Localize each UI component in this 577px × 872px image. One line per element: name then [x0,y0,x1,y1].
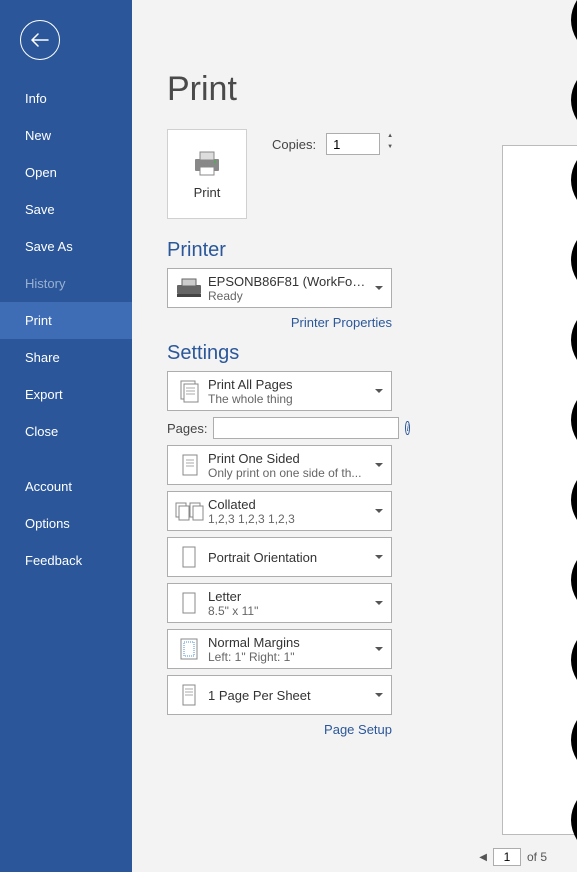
pages-per-sheet-dropdown[interactable]: 1 Page Per Sheet [167,675,392,715]
copies-input[interactable] [326,133,380,155]
pages-stack-icon [174,376,204,406]
page-per-sheet-icon [174,680,204,710]
page-setup-link[interactable]: Page Setup [324,722,392,737]
chevron-down-icon [375,693,383,697]
nav-open[interactable]: Open [0,154,132,191]
margins-dropdown[interactable]: Normal Margins Left: 1" Right: 1" [167,629,392,669]
collate-title: Collated [208,497,369,512]
printer-status: Ready [208,289,369,303]
current-page-input[interactable] [493,848,521,866]
printer-heading: Printer [167,239,226,262]
print-button-label: Print [194,185,221,200]
sided-sub: Only print on one side of th... [208,466,369,480]
copies-group: Copies: ▲ ▼ [272,133,396,155]
chevron-down-icon [375,286,383,290]
nav-account[interactable]: Account [0,468,132,505]
printer-name: EPSONB86F81 (WorkForce 8... [208,274,369,289]
torn-edge-decoration [565,0,577,872]
copies-up-button[interactable]: ▲ [384,133,396,144]
nav-save-as[interactable]: Save As [0,228,132,265]
chevron-down-icon [375,555,383,559]
page-total-label: of 5 [527,850,547,864]
copies-spinner: ▲ ▼ [384,133,396,155]
printer-properties-link[interactable]: Printer Properties [291,315,392,330]
margins-title: Normal Margins [208,635,369,650]
pages-per-sheet-title: 1 Page Per Sheet [208,688,369,703]
pages-label: Pages: [167,421,207,436]
nav-options[interactable]: Options [0,505,132,542]
chevron-down-icon [375,647,383,651]
paper-title: Letter [208,589,369,604]
nav-print[interactable]: Print [0,302,132,339]
paper-sub: 8.5" x 11" [208,604,369,618]
collate-icon [174,496,204,526]
page-navigator: ◀ of 5 [479,848,547,866]
info-icon[interactable]: i [405,421,410,435]
back-button[interactable] [20,20,60,60]
nav-export[interactable]: Export [0,376,132,413]
nav-new[interactable]: New [0,117,132,154]
copies-label: Copies: [272,137,316,152]
paper-size-dropdown[interactable]: Letter 8.5" x 11" [167,583,392,623]
one-sided-icon [174,450,204,480]
printer-dropdown[interactable]: EPSONB86F81 (WorkForce 8... Ready [167,268,392,308]
portrait-icon [174,542,204,572]
printer-device-icon [174,273,204,303]
nav-history: History [0,265,132,302]
collate-sub: 1,2,3 1,2,3 1,2,3 [208,512,369,526]
chevron-down-icon [375,509,383,513]
settings-heading: Settings [167,342,239,365]
nav-feedback[interactable]: Feedback [0,542,132,579]
margins-icon [174,634,204,664]
chevron-down-icon [375,389,383,393]
orientation-dropdown[interactable]: Portrait Orientation [167,537,392,577]
pages-input[interactable] [213,417,399,439]
nav-info[interactable]: Info [0,80,132,117]
print-button[interactable]: Print [167,129,247,219]
sided-title: Print One Sided [208,451,369,466]
chevron-down-icon [375,601,383,605]
nav-save[interactable]: Save [0,191,132,228]
print-range-title: Print All Pages [208,377,369,392]
print-range-dropdown[interactable]: Print All Pages The whole thing [167,371,392,411]
sided-dropdown[interactable]: Print One Sided Only print on one side o… [167,445,392,485]
printer-icon [191,149,223,177]
margins-sub: Left: 1" Right: 1" [208,650,369,664]
backstage-sidebar: Info New Open Save Save As History Print… [0,0,132,872]
nav-share[interactable]: Share [0,339,132,376]
paper-icon [174,588,204,618]
copies-down-button[interactable]: ▼ [384,144,396,155]
orientation-title: Portrait Orientation [208,550,369,565]
print-range-sub: The whole thing [208,392,369,406]
collate-dropdown[interactable]: Collated 1,2,3 1,2,3 1,2,3 [167,491,392,531]
page-title: Print [167,70,547,109]
prev-page-button[interactable]: ◀ [479,852,487,863]
chevron-down-icon [375,463,383,467]
nav-close[interactable]: Close [0,413,132,450]
